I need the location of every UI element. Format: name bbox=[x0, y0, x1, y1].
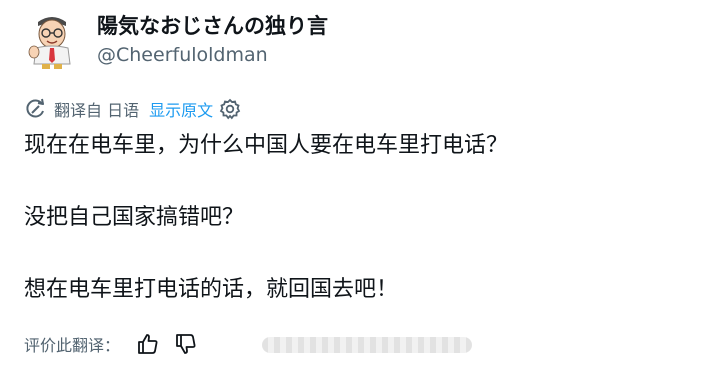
rate-translation-bar: 评价此翻译： bbox=[24, 330, 198, 358]
tweet-paragraph: 现在在电车里，为什么中国人要在电车里打电话？ bbox=[24, 133, 509, 158]
gear-icon[interactable] bbox=[219, 98, 241, 120]
translate-icon bbox=[24, 98, 46, 120]
tweet-text: 现在在电车里，为什么中国人要在电车里打电话？ 没把自己国家搞错吧？ 想在电车里打… bbox=[24, 128, 694, 308]
user-handle[interactable]: @Cheerfuloldman bbox=[97, 44, 268, 66]
translated-from-label: 翻译自 日语 bbox=[54, 101, 140, 120]
blurred-watermark bbox=[262, 337, 472, 353]
display-name[interactable]: 陽気なおじさんの独り言 bbox=[97, 10, 328, 40]
tweet-paragraph: 没把自己国家搞错吧？ bbox=[24, 205, 245, 230]
avatar-image bbox=[28, 17, 71, 69]
rate-translation-label: 评价此翻译： bbox=[24, 336, 121, 355]
thumbs-down-icon[interactable] bbox=[174, 332, 198, 356]
tweet-paragraph: 想在电车里打电话的话，就回国去吧！ bbox=[24, 277, 399, 302]
thumbs-up-icon[interactable] bbox=[136, 332, 160, 356]
translation-bar: 翻译自 日语 显示原文 bbox=[24, 96, 241, 122]
show-original-link[interactable]: 显示原文 bbox=[149, 97, 213, 121]
avatar[interactable] bbox=[24, 12, 80, 70]
